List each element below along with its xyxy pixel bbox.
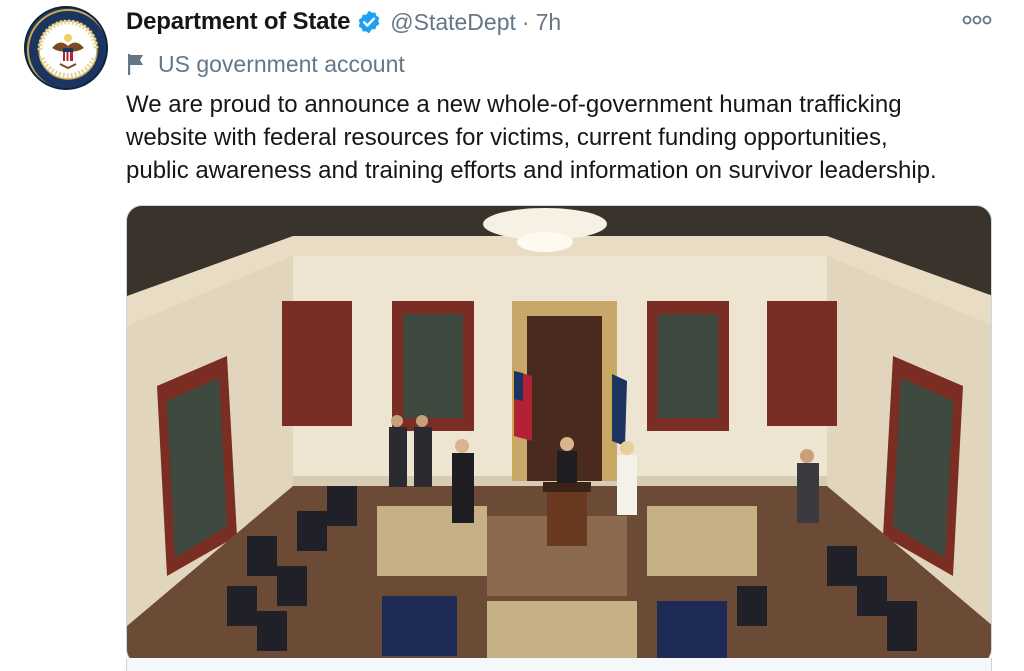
tweet-photo[interactable] — [126, 205, 992, 665]
tweet-text: We are proud to announce a new whole-of-… — [126, 91, 937, 184]
author-handle[interactable]: @StateDept — [390, 9, 516, 36]
tweet-header: Department of State @StateDept · 7h — [126, 4, 561, 40]
photo-card-footer — [126, 658, 992, 671]
author-name[interactable]: Department of State — [126, 8, 350, 36]
separator-dot: · — [521, 8, 530, 35]
more-options-icon[interactable] — [960, 6, 994, 34]
timestamp[interactable]: 7h — [536, 9, 562, 36]
photo-ceremony-room — [127, 206, 991, 664]
verified-badge-icon — [356, 9, 382, 35]
flag-icon — [126, 52, 146, 76]
seal-icon — [27, 9, 106, 88]
account-label-text: US government account — [158, 50, 405, 77]
avatar[interactable] — [24, 6, 108, 90]
account-label[interactable]: US government account — [126, 46, 405, 82]
tweet[interactable]: Department of State @StateDept · 7h US g… — [0, 0, 1024, 671]
